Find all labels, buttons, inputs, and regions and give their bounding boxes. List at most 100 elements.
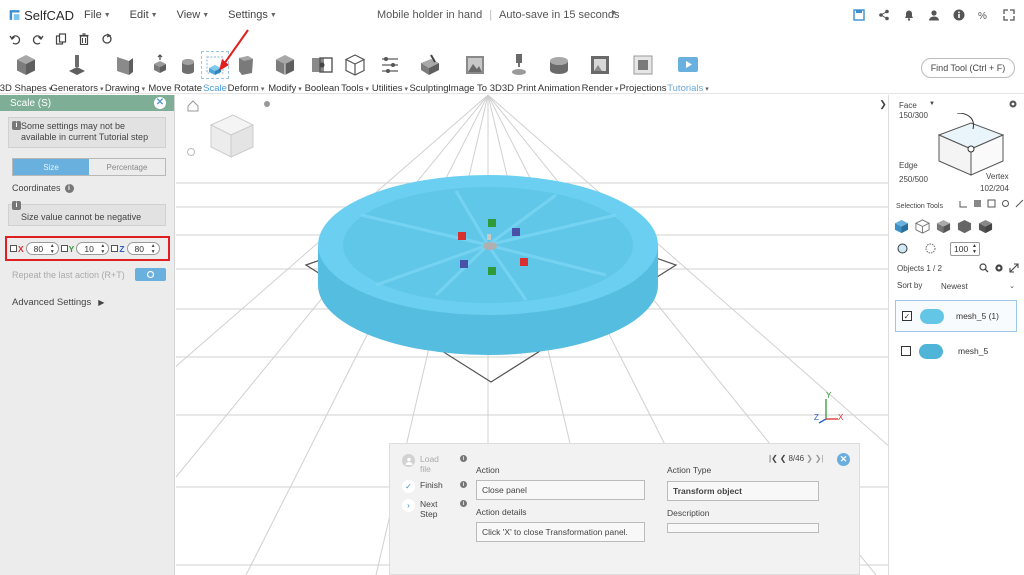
delete-icon[interactable] bbox=[78, 33, 90, 45]
info-icon[interactable]: i bbox=[64, 183, 74, 193]
tool-generators[interactable]: Generators ▾ bbox=[50, 50, 104, 94]
redo-icon[interactable] bbox=[32, 33, 44, 45]
disc-model bbox=[318, 175, 658, 355]
tool-label: Animation bbox=[537, 83, 581, 94]
tool-render[interactable]: Render ▾ bbox=[582, 50, 618, 94]
tool-boolean[interactable]: Boolean bbox=[304, 50, 340, 94]
tool-tools[interactable]: Tools ▾ bbox=[340, 50, 370, 94]
path-select-icon[interactable] bbox=[1015, 199, 1024, 208]
stepper-icon[interactable]: ▲ ▼ bbox=[151, 243, 156, 255]
tool-image-to-3d[interactable]: Image To 3D bbox=[448, 50, 502, 94]
sphere-brush-icon[interactable] bbox=[925, 243, 936, 254]
project-title-bar[interactable]: Mobile holder in hand | Auto-save in 15 … bbox=[377, 9, 620, 21]
stepper-icon[interactable]: ▲ ▼ bbox=[50, 243, 55, 255]
brush-size-input[interactable]: 100 ▲ ▼ bbox=[950, 242, 980, 256]
face-select-icon[interactable] bbox=[894, 219, 909, 234]
axis-y-label: Y bbox=[68, 243, 75, 254]
info-icon[interactable]: i bbox=[460, 481, 467, 488]
tool-sculpting[interactable]: Sculpting bbox=[409, 50, 449, 94]
reset-icon[interactable] bbox=[101, 33, 113, 45]
search-icon[interactable] bbox=[979, 263, 989, 273]
user-icon[interactable] bbox=[927, 8, 941, 22]
object-checkbox[interactable] bbox=[901, 346, 911, 356]
lock-z-checkbox[interactable] bbox=[111, 245, 119, 252]
lock-x-checkbox[interactable] bbox=[10, 245, 17, 252]
next-step-icon[interactable]: ❯ bbox=[806, 454, 813, 463]
info-icon[interactable] bbox=[952, 8, 966, 22]
chevron-down-icon[interactable]: ▼ bbox=[610, 10, 617, 17]
stepper-icon[interactable]: ▲ ▼ bbox=[100, 243, 105, 255]
tool-3d-print[interactable]: 3D Print bbox=[502, 50, 536, 94]
tool-rotate[interactable]: Rotate bbox=[174, 50, 202, 94]
tab-percentage[interactable]: Percentage bbox=[89, 159, 165, 175]
tool-drawing[interactable]: Drawing ▾ bbox=[104, 50, 146, 94]
menu-view[interactable]: View ▼ bbox=[177, 9, 210, 21]
wireframe-select-icon[interactable] bbox=[915, 219, 930, 234]
step-finish[interactable]: ✓ Finish i bbox=[402, 480, 467, 493]
vertex-label[interactable]: Vertex bbox=[986, 172, 1009, 181]
tool-modify[interactable]: Modify ▾ bbox=[267, 50, 303, 94]
list-item[interactable]: ✓ mesh_5 (1) bbox=[895, 300, 1017, 332]
point-brush-icon[interactable] bbox=[897, 243, 908, 254]
share-icon[interactable] bbox=[877, 8, 891, 22]
selection-tool-options bbox=[959, 199, 1024, 208]
project-title[interactable]: Mobile holder in hand bbox=[377, 9, 482, 21]
close-icon[interactable]: ✕ bbox=[837, 453, 850, 466]
advanced-settings-toggle[interactable]: Advanced Settings ▶ bbox=[12, 297, 104, 308]
save-icon[interactable] bbox=[852, 8, 866, 22]
gear-icon[interactable] bbox=[994, 263, 1004, 273]
selection-mode-cube-icon[interactable] bbox=[931, 113, 1009, 177]
box-select-icon[interactable] bbox=[987, 199, 996, 208]
paint-select-icon[interactable] bbox=[973, 199, 982, 208]
info-icon[interactable]: i bbox=[460, 455, 467, 462]
info-icon[interactable]: i bbox=[460, 500, 467, 507]
list-item[interactable]: mesh_5 bbox=[895, 335, 1017, 367]
fullscreen-icon[interactable] bbox=[1002, 8, 1016, 22]
last-step-icon[interactable]: ❯| bbox=[815, 454, 824, 463]
collapse-chevron-icon[interactable]: ❯ bbox=[877, 97, 889, 111]
menu-settings[interactable]: Settings ▼ bbox=[228, 9, 277, 21]
units-icon[interactable]: % bbox=[977, 8, 991, 22]
sphere-select-icon[interactable] bbox=[957, 219, 972, 234]
lasso-icon[interactable] bbox=[959, 199, 968, 208]
tool-tutorials[interactable]: Tutorials ▾ bbox=[667, 50, 709, 94]
expand-icon[interactable] bbox=[1009, 263, 1019, 273]
solid-select-icon[interactable] bbox=[978, 219, 993, 234]
chevron-down-icon[interactable]: ▼ bbox=[929, 101, 935, 107]
undo-icon[interactable] bbox=[9, 33, 21, 45]
settings-gear-icon[interactable] bbox=[1008, 99, 1018, 109]
repeat-button[interactable] bbox=[135, 268, 166, 281]
tool-3d-shapes[interactable]: 3D Shapes ▾ bbox=[0, 50, 52, 94]
coordinates-label: Coordinates bbox=[12, 183, 61, 193]
description-label: Description bbox=[667, 508, 710, 518]
object-checkbox[interactable]: ✓ bbox=[902, 311, 912, 321]
tool-animation[interactable]: Animation bbox=[538, 50, 580, 94]
stepper-icon[interactable]: ▲ ▼ bbox=[972, 243, 977, 255]
step-load-file[interactable]: Load file i bbox=[402, 454, 467, 474]
tab-size[interactable]: Size bbox=[13, 159, 89, 175]
menu-file[interactable]: File ▼ bbox=[84, 9, 111, 21]
edge-label[interactable]: Edge bbox=[899, 161, 918, 170]
copy-icon[interactable] bbox=[55, 33, 67, 45]
ring-select-icon[interactable] bbox=[1001, 199, 1010, 208]
axis-x: X 80 ▲ ▼ bbox=[10, 242, 59, 255]
size-z-input[interactable]: 80 ▲ ▼ bbox=[126, 242, 160, 255]
find-tool-button[interactable]: Find Tool (Ctrl + F) bbox=[921, 58, 1015, 78]
first-step-icon[interactable]: |❮ bbox=[769, 454, 778, 463]
step-next[interactable]: › Next Step i bbox=[402, 499, 467, 519]
size-y-input[interactable]: 10 ▲ ▼ bbox=[76, 242, 110, 255]
face-label[interactable]: Face bbox=[899, 101, 917, 110]
menu-edit[interactable]: Edit ▼ bbox=[130, 9, 158, 21]
render-icon bbox=[587, 52, 613, 78]
close-icon[interactable]: ✕ bbox=[154, 97, 166, 109]
lock-y-checkbox[interactable] bbox=[60, 245, 68, 252]
tool-move[interactable]: Move bbox=[147, 50, 173, 94]
size-x-input[interactable]: 80 ▲ ▼ bbox=[25, 242, 59, 255]
app-logo[interactable]: SelfCAD bbox=[8, 7, 74, 23]
tool-projections[interactable]: Projections bbox=[620, 50, 667, 94]
notification-bell-icon[interactable] bbox=[902, 8, 916, 22]
object-select-icon[interactable] bbox=[936, 219, 951, 234]
prev-step-icon[interactable]: ❮ bbox=[780, 454, 787, 463]
tool-utilities[interactable]: Utilities ▾ bbox=[371, 50, 409, 94]
sort-select[interactable]: Newest ⌄ bbox=[939, 279, 1017, 293]
